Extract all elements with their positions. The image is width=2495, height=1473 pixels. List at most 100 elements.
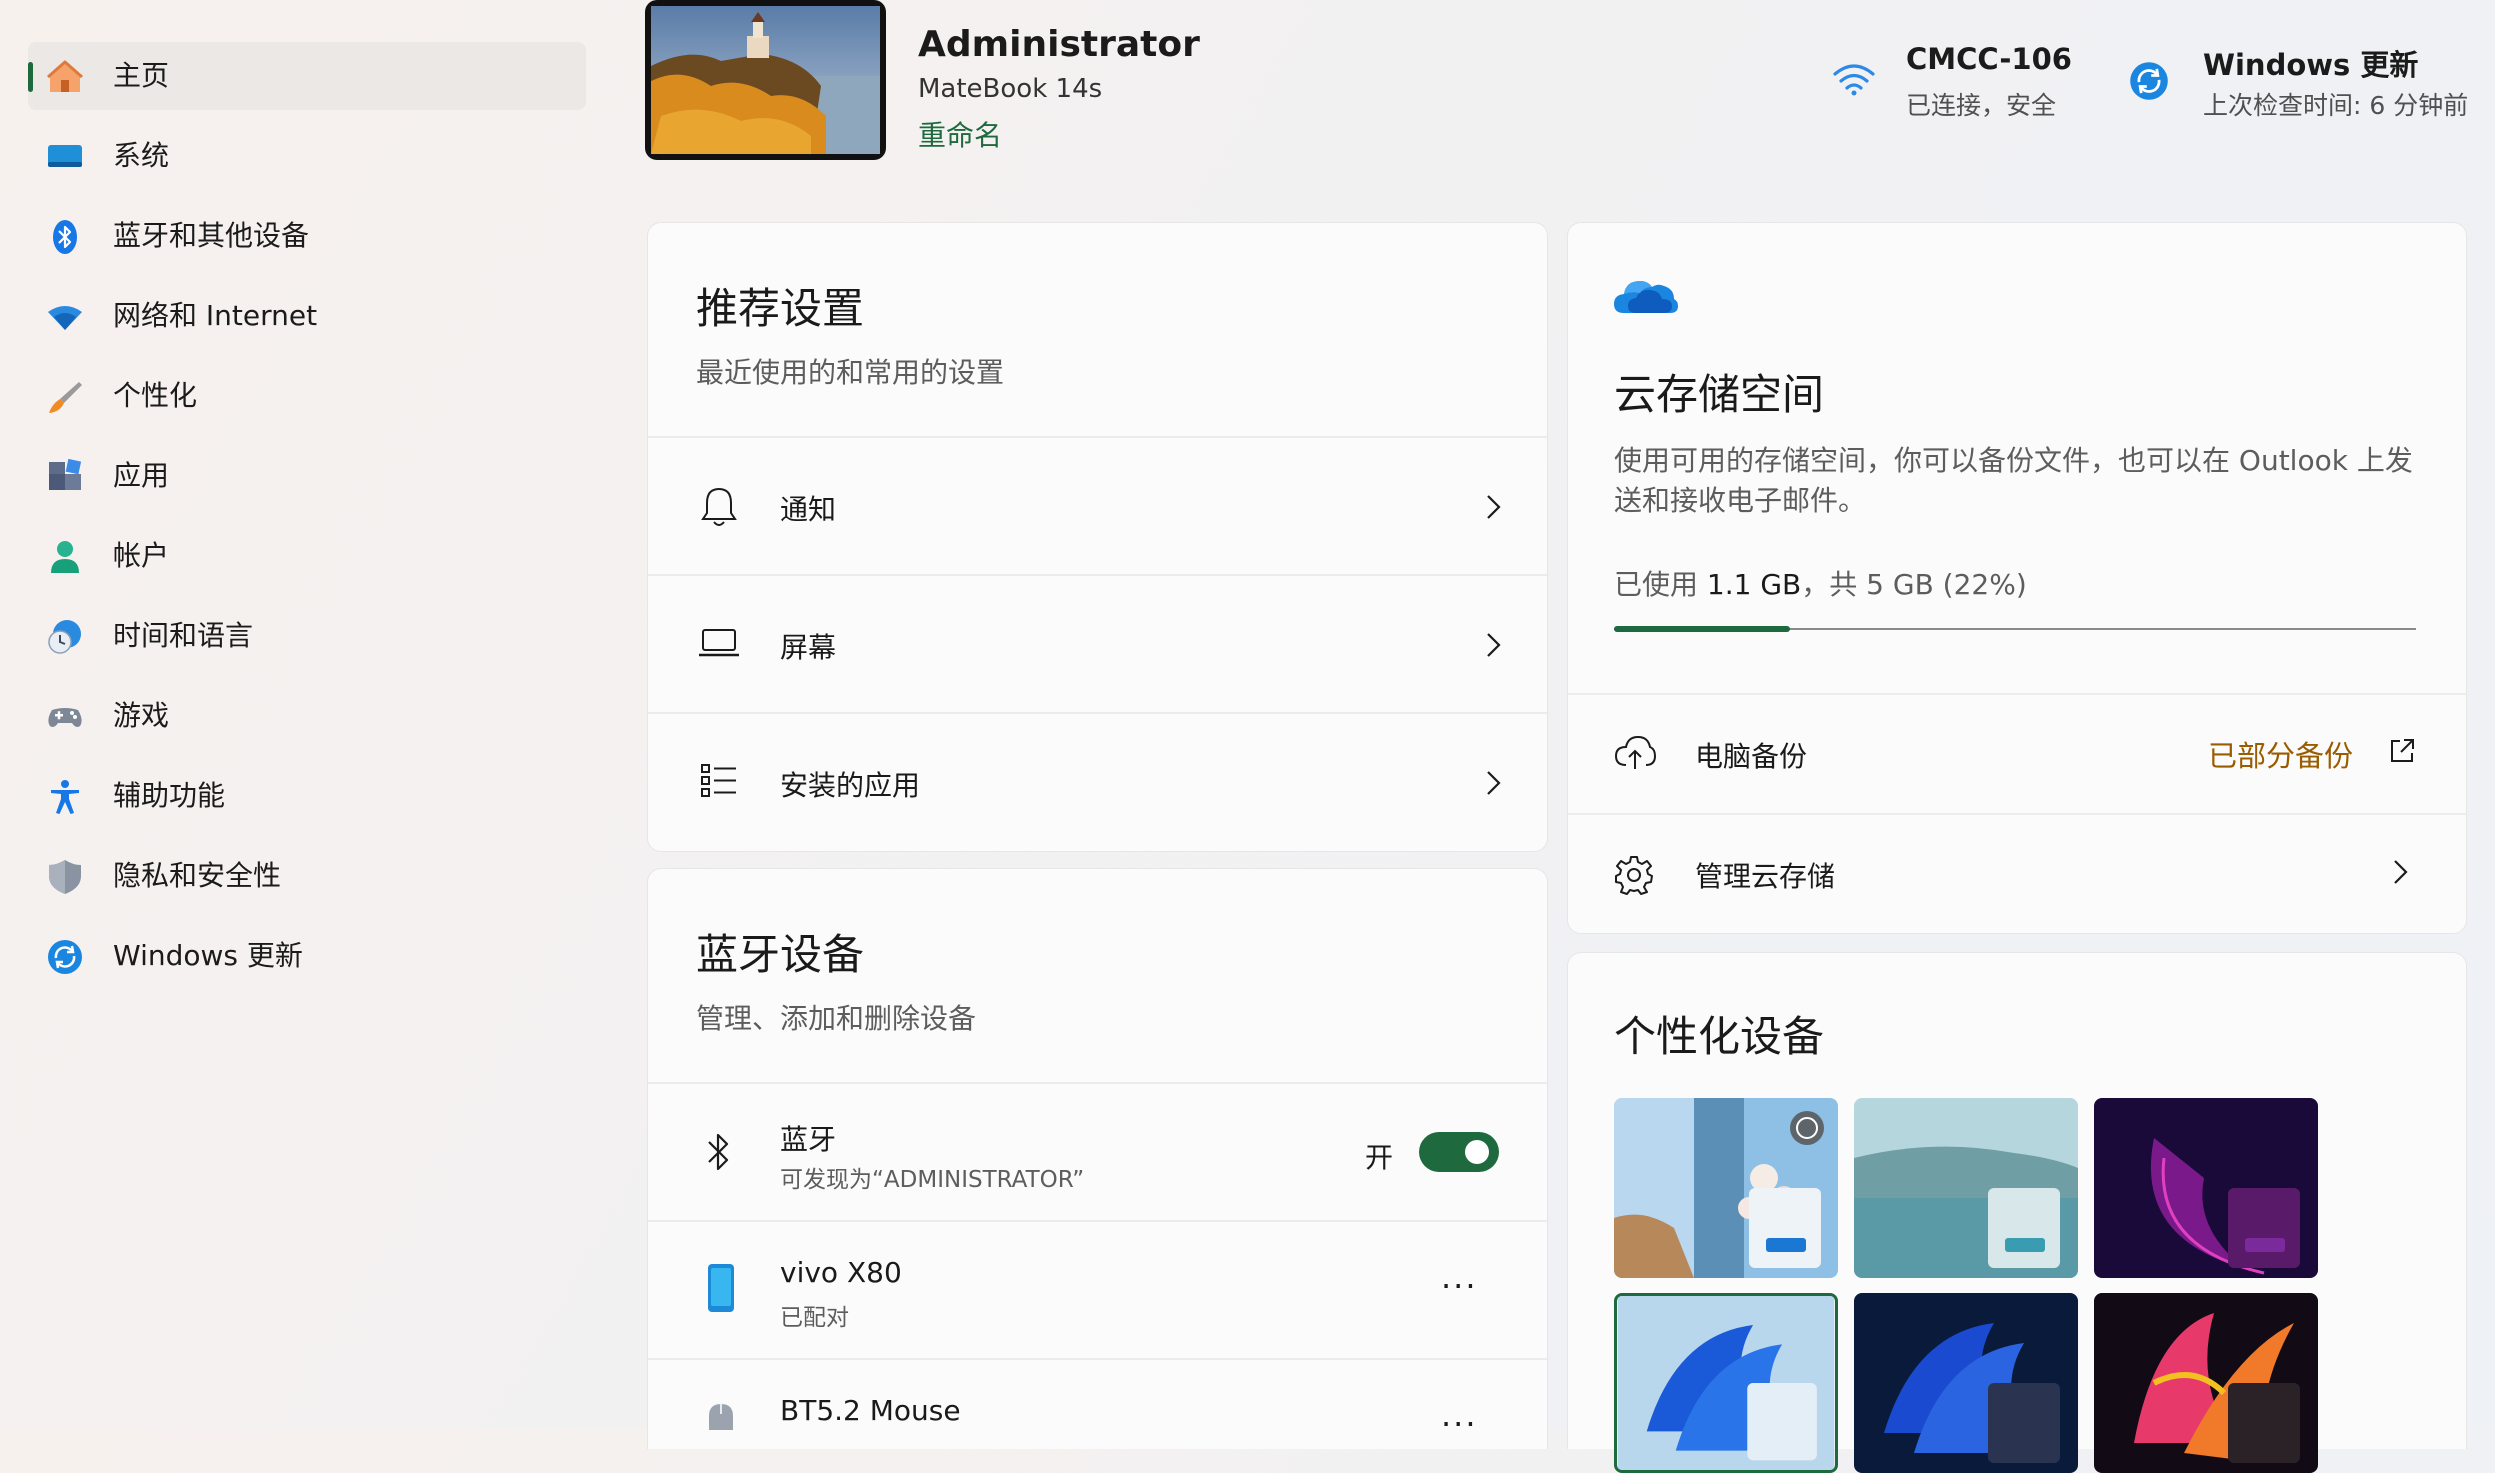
chevron-right-icon xyxy=(1487,771,1501,795)
selected-indicator xyxy=(28,62,33,92)
bluetooth-icon xyxy=(53,220,77,254)
bluetooth-toggle-row: 蓝牙 可发现为“ADMINISTRATOR” 开 xyxy=(648,1084,1547,1220)
chevron-right-icon xyxy=(1487,633,1501,657)
usage-prefix: 已使用 xyxy=(1614,568,1707,601)
chevron-right-icon xyxy=(1487,495,1501,519)
theme-preview-image xyxy=(2094,1098,2318,1278)
personalize-card: 个性化设备 xyxy=(1567,952,2467,1473)
sidebar-item-apps[interactable]: 应用 xyxy=(28,442,586,510)
bluetooth-label: 蓝牙 xyxy=(780,1123,837,1156)
sidebar-item-label: 主页 xyxy=(113,59,170,92)
wifi-icon xyxy=(1833,64,1875,96)
apps-icon xyxy=(49,458,82,490)
chevron-right-icon xyxy=(2394,860,2408,884)
theme-thumbnail-lake[interactable] xyxy=(1854,1098,2078,1278)
paintbrush-icon xyxy=(49,382,82,413)
storage-progress-track xyxy=(1614,626,2416,632)
more-options-button[interactable]: ... xyxy=(1441,1396,1478,1434)
desktop-wallpaper-thumbnail[interactable] xyxy=(645,0,886,160)
theme-thumbnail-flow[interactable] xyxy=(2094,1293,2318,1473)
network-state: 已连接，安全 xyxy=(1906,91,2057,120)
external-link-icon xyxy=(2391,739,2414,762)
time-language-icon xyxy=(48,620,81,654)
phone-icon xyxy=(708,1264,734,1312)
sidebar-item-label: 个性化 xyxy=(113,379,198,412)
device-name: vivo X80 xyxy=(780,1256,902,1289)
sidebar-item-label: 辅助功能 xyxy=(113,779,226,812)
toggle-knob xyxy=(1465,1140,1489,1164)
sidebar-item-privacy[interactable]: 隐私和安全性 xyxy=(28,842,586,910)
card-subtitle: 管理、添加和删除设备 xyxy=(696,1002,977,1035)
theme-thumbnail-windows-light[interactable] xyxy=(1614,1293,1838,1473)
sidebar-item-system[interactable]: 系统 xyxy=(28,122,586,190)
bluetooth-toggle-switch[interactable] xyxy=(1419,1132,1499,1172)
wifi-icon xyxy=(48,306,82,330)
storage-progress-fill xyxy=(1614,626,1791,632)
device-row-phone[interactable]: vivo X80 已配对 ... xyxy=(648,1222,1547,1358)
sidebar-item-personalization[interactable]: 个性化 xyxy=(28,362,586,430)
backup-status: 已部分备份 xyxy=(2208,739,2354,773)
sidebar-item-time-language[interactable]: 时间和语言 xyxy=(28,602,586,670)
bluetooth-icon xyxy=(708,1133,729,1171)
sidebar-item-label: 应用 xyxy=(113,459,170,492)
manage-cloud-storage-row[interactable]: 管理云存储 xyxy=(1568,815,2466,933)
sidebar-item-accessibility[interactable]: 辅助功能 xyxy=(28,762,586,830)
home-icon xyxy=(47,60,83,92)
recommended-item-notifications[interactable]: 通知 xyxy=(648,438,1547,574)
recommended-item-display[interactable]: 屏幕 xyxy=(648,576,1547,712)
rename-link[interactable]: 重命名 xyxy=(918,114,1002,154)
update-title: Windows 更新 xyxy=(2203,48,2419,82)
backup-label: 电脑备份 xyxy=(1695,740,1808,773)
card-title: 个性化设备 xyxy=(1614,1012,1825,1061)
cloud-upload-icon xyxy=(1614,735,1657,769)
theme-preview-image xyxy=(1617,1296,1835,1470)
windows-update-icon xyxy=(48,940,82,974)
storage-usage-text: 已使用 1.1 GB，共 5 GB (22%) xyxy=(1614,563,2027,603)
device-name: MateBook 14s xyxy=(918,74,1103,104)
system-display-icon xyxy=(48,145,82,167)
more-options-button[interactable]: ... xyxy=(1441,1258,1478,1296)
theme-preview-image xyxy=(2094,1293,2318,1473)
mouse-icon xyxy=(709,1404,733,1430)
item-label: 通知 xyxy=(780,493,837,526)
item-label: 安装的应用 xyxy=(780,769,921,802)
sidebar-item-label: 游戏 xyxy=(113,699,170,732)
gamepad-icon xyxy=(48,708,82,727)
shield-icon xyxy=(49,860,81,894)
sidebar-item-label: 蓝牙和其他设备 xyxy=(113,219,310,252)
sidebar-item-accounts[interactable]: 帐户 xyxy=(28,522,586,590)
theme-preview-image xyxy=(1854,1293,2078,1473)
user-name: Administrator xyxy=(918,24,1200,65)
windows-update-icon xyxy=(2130,62,2168,100)
sidebar-item-network[interactable]: 网络和 Internet xyxy=(28,282,586,350)
cloud-storage-card: 云存储空间 使用可用的存储空间，你可以备份文件，也可以在 Outlook 上发送… xyxy=(1567,222,2467,934)
network-name: CMCC-106 xyxy=(1906,42,2072,76)
sidebar-item-windows-update[interactable]: Windows 更新 xyxy=(28,922,586,990)
sidebar-item-gaming[interactable]: 游戏 xyxy=(28,682,586,750)
device-row-mouse[interactable]: BT5.2 Mouse ... xyxy=(648,1360,1547,1434)
bell-icon xyxy=(701,487,737,526)
theme-thumbnail-windows-dark[interactable] xyxy=(1854,1293,2078,1473)
sidebar-item-label: 帐户 xyxy=(113,539,170,572)
bluetooth-discoverable: 可发现为“ADMINISTRATOR” xyxy=(780,1167,1085,1193)
pc-backup-row[interactable]: 电脑备份 已部分备份 xyxy=(1568,695,2466,813)
sidebar-item-label: 系统 xyxy=(113,139,170,172)
onedrive-cloud-icon xyxy=(1614,281,1678,313)
device-status: 已配对 xyxy=(780,1305,849,1331)
theme-thumbnail-purple[interactable] xyxy=(2094,1098,2318,1278)
usage-suffix: ，共 5 GB (22%) xyxy=(1801,568,2027,601)
card-subtitle: 最近使用的和常用的设置 xyxy=(696,356,1005,389)
laptop-icon xyxy=(699,629,739,657)
sidebar-item-label: 隐私和安全性 xyxy=(113,859,282,892)
sidebar-item-bluetooth[interactable]: 蓝牙和其他设备 xyxy=(28,202,586,270)
card-title: 云存储空间 xyxy=(1614,370,1825,419)
theme-preview-image xyxy=(1854,1098,2078,1278)
theme-thumbnail-spring[interactable] xyxy=(1614,1098,1838,1278)
card-title: 推荐设置 xyxy=(696,284,865,333)
card-title: 蓝牙设备 xyxy=(696,930,865,979)
wallpaper-image xyxy=(651,6,880,154)
recommended-item-installed-apps[interactable]: 安装的应用 xyxy=(648,714,1547,850)
sidebar-item-home[interactable]: 主页 xyxy=(28,42,586,110)
toggle-state-label: 开 xyxy=(1365,1141,1394,1174)
sidebar-item-label: Windows 更新 xyxy=(113,939,303,972)
